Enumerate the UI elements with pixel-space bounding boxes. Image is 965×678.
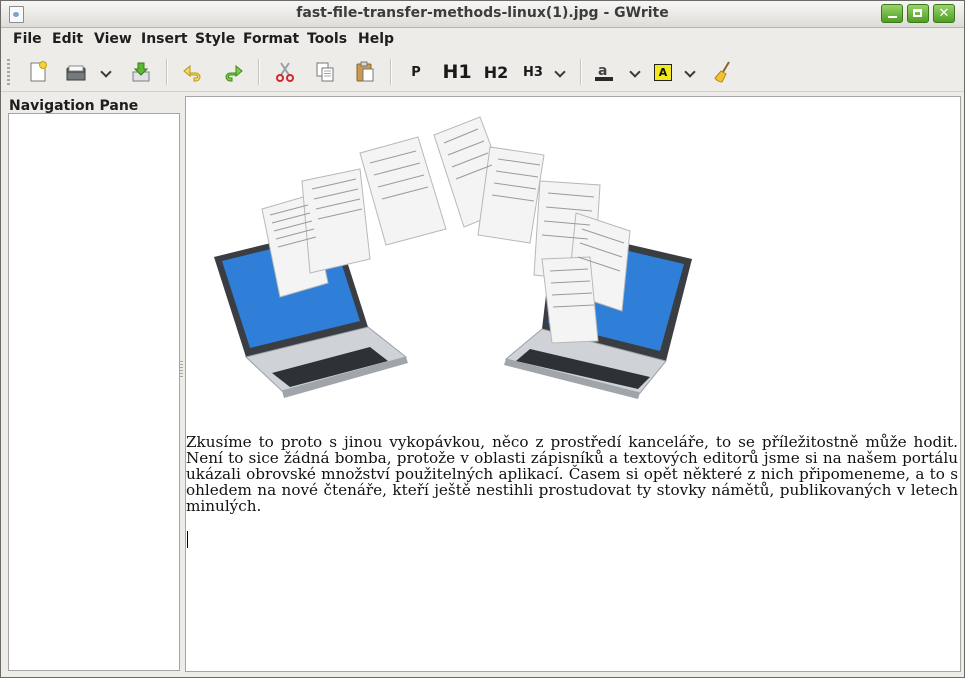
toolbar-separator xyxy=(166,59,168,85)
document-paragraph: Zkusíme to proto s jinou vykopávkou, něc… xyxy=(186,433,958,515)
toolbar-separator xyxy=(580,59,582,85)
paragraph-style-button[interactable]: P xyxy=(402,58,430,86)
font-color-dropdown[interactable] xyxy=(628,63,642,81)
document-editor[interactable]: Zkusíme to proto s jinou vykopávkou, něc… xyxy=(185,96,961,672)
menu-bar: File Edit View Insert Style Format Tools… xyxy=(1,28,964,52)
new-document-button[interactable] xyxy=(24,58,52,86)
copy-icon xyxy=(316,62,334,82)
cut-button[interactable] xyxy=(271,58,299,86)
heading2-button[interactable]: H2 xyxy=(481,58,511,86)
paste-icon xyxy=(356,61,374,82)
new-document-icon xyxy=(30,61,47,82)
heading2-label: H2 xyxy=(483,62,509,82)
font-color-button[interactable]: a xyxy=(590,58,618,86)
app-window: fast-file-transfer-methods-linux(1).jpg … xyxy=(0,0,965,678)
heading1-button[interactable]: H1 xyxy=(441,58,473,86)
toolbar-separator xyxy=(258,59,260,85)
paste-button[interactable] xyxy=(351,58,379,86)
pane-splitter-handle[interactable] xyxy=(180,361,183,379)
navigation-outline-list[interactable] xyxy=(8,113,180,671)
scissors-icon xyxy=(276,62,294,82)
heading1-label: H1 xyxy=(442,61,472,83)
redo-button[interactable] xyxy=(219,58,247,86)
clear-formatting-button[interactable] xyxy=(710,58,738,86)
open-folder-icon xyxy=(66,65,86,81)
undo-icon xyxy=(183,64,201,82)
broom-icon xyxy=(714,61,730,83)
navigation-pane: Navigation Pane xyxy=(1,93,183,677)
menu-help[interactable]: Help xyxy=(358,31,394,47)
undo-button[interactable] xyxy=(179,58,207,86)
paragraph-label: P xyxy=(411,64,421,80)
minimize-button[interactable] xyxy=(881,4,903,23)
save-button[interactable] xyxy=(127,58,155,86)
highlight-color-dropdown[interactable] xyxy=(683,63,697,81)
open-recent-dropdown[interactable] xyxy=(99,63,113,81)
close-button[interactable]: ✕ xyxy=(933,4,955,23)
heading3-label: H3 xyxy=(523,64,543,80)
menu-format[interactable]: Format xyxy=(243,31,299,47)
save-icon xyxy=(132,62,150,82)
menu-tools[interactable]: Tools xyxy=(307,31,347,47)
toolbar: P H1 H2 H3 a A xyxy=(1,53,964,92)
menu-style[interactable]: Style xyxy=(195,31,235,47)
copy-button[interactable] xyxy=(311,58,339,86)
text-cursor xyxy=(187,531,188,548)
window-title: fast-file-transfer-methods-linux(1).jpg … xyxy=(296,5,669,21)
highlight-color-button[interactable]: A xyxy=(649,58,677,86)
navigation-pane-title: Navigation Pane xyxy=(9,98,139,114)
toolbar-grip[interactable] xyxy=(7,59,10,85)
redo-icon xyxy=(225,64,243,82)
heading3-button[interactable]: H3 xyxy=(518,58,548,86)
highlight-icon: A xyxy=(654,63,672,81)
file-transfer-illustration xyxy=(214,116,692,399)
menu-edit[interactable]: Edit xyxy=(52,31,83,47)
title-bar[interactable]: fast-file-transfer-methods-linux(1).jpg … xyxy=(1,1,964,28)
svg-text:a: a xyxy=(598,63,607,79)
menu-file[interactable]: File xyxy=(13,31,42,47)
menu-view[interactable]: View xyxy=(94,31,132,47)
menu-insert[interactable]: Insert xyxy=(141,31,188,47)
maximize-button[interactable] xyxy=(907,4,929,23)
text-color-icon: a xyxy=(595,63,613,81)
toolbar-separator xyxy=(390,59,392,85)
open-button[interactable] xyxy=(62,58,90,86)
heading-dropdown[interactable] xyxy=(553,63,567,81)
